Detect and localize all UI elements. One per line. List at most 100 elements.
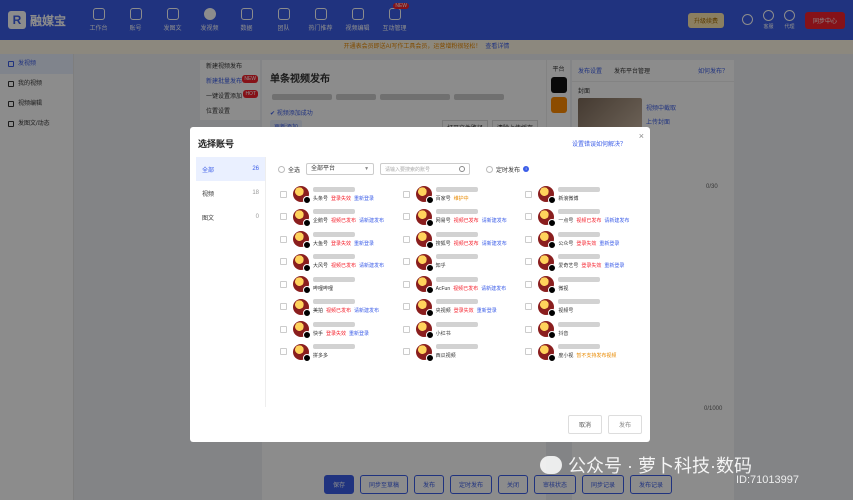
close-icon[interactable]: × bbox=[639, 131, 644, 141]
account-checkbox[interactable] bbox=[525, 325, 533, 333]
account-avatar bbox=[415, 253, 434, 272]
platform-badge-icon bbox=[303, 286, 311, 295]
account-status-line: 一点号 视频已发布 请新建发布 bbox=[558, 217, 629, 224]
account-item[interactable]: 百家号 维护中 bbox=[399, 183, 522, 206]
account-item[interactable]: 微视 bbox=[521, 273, 644, 296]
account-item[interactable]: 搜狐号 视频已发布 请新建发布 bbox=[399, 228, 522, 251]
account-action-link[interactable]: 请新建发布 bbox=[481, 286, 506, 292]
account-action-link[interactable]: 请新建发布 bbox=[482, 218, 507, 224]
account-checkbox[interactable] bbox=[280, 235, 287, 243]
platform-select[interactable]: 全部平台 ▼ bbox=[306, 163, 375, 175]
account-checkbox[interactable] bbox=[402, 325, 410, 333]
timed-publish-option[interactable]: 定时发布 i bbox=[486, 165, 530, 174]
account-action-link[interactable]: 重新登录 bbox=[354, 241, 374, 247]
account-avatar bbox=[415, 298, 434, 317]
account-checkbox[interactable] bbox=[280, 325, 287, 333]
account-item[interactable]: 公众号 登录失效 重新登录 bbox=[521, 228, 644, 251]
category-item[interactable]: 视频 18 bbox=[196, 181, 265, 205]
account-avatar bbox=[293, 208, 311, 227]
account-info: 大风号 视频已发布 请新建发布 bbox=[313, 254, 384, 269]
account-checkbox[interactable] bbox=[280, 213, 287, 221]
search-icon[interactable] bbox=[459, 166, 466, 172]
account-item[interactable]: 网易号 视频已发布 请新建发布 bbox=[399, 206, 522, 229]
account-item[interactable]: 视频号 bbox=[521, 296, 644, 319]
account-checkbox[interactable] bbox=[280, 303, 287, 311]
account-item[interactable]: 快手 登录失效 重新登录 bbox=[276, 318, 399, 341]
account-action-link[interactable]: 请新建发布 bbox=[604, 218, 629, 224]
account-checkbox[interactable] bbox=[525, 190, 533, 198]
account-checkbox[interactable] bbox=[280, 190, 287, 198]
account-avatar bbox=[538, 343, 557, 362]
account-item[interactable]: 企鹅号 视频已发布 请新建发布 bbox=[276, 206, 399, 229]
account-name-blurred bbox=[558, 321, 601, 327]
account-checkbox[interactable] bbox=[402, 190, 410, 198]
account-action-link[interactable]: 请新建发布 bbox=[359, 263, 384, 269]
account-item[interactable]: 美拍 视频已发布 请新建发布 bbox=[276, 296, 399, 319]
account-item[interactable]: 度小视 暂不支持发布视频 bbox=[521, 341, 644, 364]
category-item[interactable]: 图文 0 bbox=[196, 205, 265, 229]
timed-publish-radio[interactable] bbox=[486, 165, 494, 173]
select-all-radio[interactable] bbox=[278, 165, 285, 173]
account-info: 头条号 登录失效 重新登录 bbox=[313, 186, 374, 202]
account-avatar bbox=[415, 343, 434, 362]
account-checkbox[interactable] bbox=[525, 235, 533, 243]
account-checkbox[interactable] bbox=[280, 280, 287, 288]
cancel-button[interactable]: 取消 bbox=[567, 415, 602, 434]
account-checkbox[interactable] bbox=[525, 303, 533, 311]
account-status: 登录失效 bbox=[576, 240, 597, 247]
account-action-link[interactable]: 重新登录 bbox=[604, 263, 624, 269]
account-checkbox[interactable] bbox=[525, 258, 533, 266]
account-checkbox[interactable] bbox=[402, 280, 410, 288]
account-item[interactable]: AcFun 视频已发布 请新建发布 bbox=[399, 273, 522, 296]
account-action-link[interactable]: 重新登录 bbox=[599, 241, 619, 247]
account-item[interactable]: 央视频 登录失效 重新登录 bbox=[399, 296, 522, 319]
account-checkbox[interactable] bbox=[525, 348, 533, 356]
account-status-line: 西瓜视频 bbox=[436, 352, 478, 359]
account-checkbox[interactable] bbox=[402, 303, 410, 311]
account-info: 网易号 视频已发布 请新建发布 bbox=[435, 209, 507, 224]
account-status-line: 头条号 登录失效 重新登录 bbox=[313, 195, 374, 202]
account-action-link[interactable]: 重新登录 bbox=[477, 308, 497, 314]
account-checkbox[interactable] bbox=[280, 348, 287, 356]
account-item[interactable]: 爱奇艺号 登录失效 重新登录 bbox=[521, 251, 644, 274]
account-action-link[interactable]: 请新建发布 bbox=[359, 218, 384, 224]
account-checkbox[interactable] bbox=[525, 280, 533, 288]
account-item[interactable]: 小红书 bbox=[399, 318, 522, 341]
account-item[interactable]: 知乎 bbox=[399, 251, 522, 274]
account-item[interactable]: 哔哩哔哩 bbox=[276, 273, 399, 296]
account-item[interactable]: 大鱼号 登录失效 重新登录 bbox=[276, 228, 399, 251]
account-item[interactable]: 抖音 bbox=[521, 318, 644, 341]
account-action-link[interactable]: 请新建发布 bbox=[482, 241, 507, 247]
account-item[interactable]: 大风号 视频已发布 请新建发布 bbox=[276, 251, 399, 274]
account-checkbox[interactable] bbox=[402, 213, 410, 221]
account-checkbox[interactable] bbox=[402, 258, 410, 266]
account-item[interactable]: 一点号 视频已发布 请新建发布 bbox=[521, 206, 644, 229]
category-item[interactable]: 全部 26 bbox=[196, 157, 265, 181]
account-item[interactable]: 拼多多 bbox=[276, 341, 399, 364]
account-platform: 央视频 bbox=[435, 308, 451, 315]
platform-badge-icon bbox=[425, 308, 434, 317]
category-label: 视频 bbox=[202, 191, 215, 198]
account-status: 视频已发布 bbox=[453, 240, 479, 247]
settings-error-help-link[interactable]: 设置错误如何解决？ bbox=[572, 139, 626, 148]
account-action-link[interactable]: 重新登录 bbox=[354, 196, 374, 202]
account-status: 暂不支持发布视频 bbox=[576, 353, 617, 360]
account-status: 视频已发布 bbox=[453, 285, 479, 292]
account-checkbox[interactable] bbox=[402, 235, 410, 243]
account-item[interactable]: 新浪微博 bbox=[521, 183, 644, 206]
account-checkbox[interactable] bbox=[402, 348, 410, 356]
info-icon[interactable]: i bbox=[523, 166, 530, 172]
publish-button[interactable]: 发布 bbox=[607, 415, 642, 434]
account-action-link[interactable]: 请新建发布 bbox=[354, 308, 379, 314]
account-status-line: 视频号 bbox=[558, 307, 600, 314]
platform-badge-icon bbox=[303, 218, 311, 227]
account-item[interactable]: 头条号 登录失效 重新登录 bbox=[276, 183, 399, 206]
platform-badge-icon bbox=[303, 241, 311, 250]
account-status-line: AcFun 视频已发布 请新建发布 bbox=[436, 285, 506, 292]
account-search-input[interactable]: 请输入要搜索的账号 bbox=[380, 163, 471, 175]
account-action-link[interactable]: 重新登录 bbox=[349, 331, 369, 337]
account-item[interactable]: 西瓜视频 bbox=[399, 341, 522, 364]
account-name-blurred bbox=[313, 299, 355, 305]
account-checkbox[interactable] bbox=[525, 213, 533, 221]
account-checkbox[interactable] bbox=[280, 258, 287, 266]
